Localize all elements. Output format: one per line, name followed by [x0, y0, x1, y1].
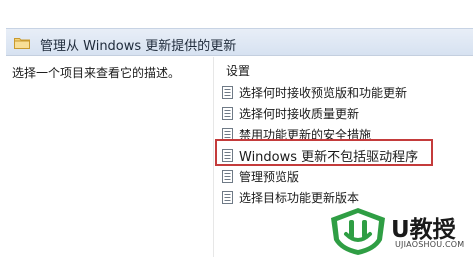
setting-item-label: 选择目标功能更新版本 [239, 190, 360, 205]
shield-logo-icon [331, 208, 385, 255]
setting-item-label: 选择何时接收质量更新 [239, 106, 360, 121]
policy-setting-icon [222, 85, 233, 99]
policy-setting-icon [222, 106, 233, 120]
setting-item[interactable]: 选择何时接收预览版和功能更新 [222, 82, 407, 102]
policy-setting-icon [222, 190, 233, 204]
header-title: 管理从 Windows 更新提供的更新 [40, 39, 237, 54]
description-pane [0, 57, 214, 257]
setting-item-label: 管理预览版 [239, 169, 300, 184]
policy-setting-icon [222, 169, 233, 183]
setting-item[interactable]: 选择目标功能更新版本 [222, 187, 359, 207]
setting-item-label: 选择何时接收预览版和功能更新 [239, 85, 408, 100]
watermark-brand: U教授 [391, 217, 456, 243]
settings-column-header[interactable]: 设置 [226, 62, 250, 79]
folder-icon [14, 38, 30, 49]
watermark-url: UJIAOSHOU.COM [395, 240, 465, 249]
setting-item[interactable]: 管理预览版 [222, 166, 299, 186]
highlight-box [215, 139, 433, 166]
details-header: 管理从 Windows 更新提供的更新 [0, 0, 473, 56]
setting-item[interactable]: 选择何时接收质量更新 [222, 103, 359, 123]
description-text: 选择一个项目来查看它的描述。 [12, 66, 181, 80]
watermark-logo: U教授 UJIAOSHOU.COM [325, 206, 473, 257]
